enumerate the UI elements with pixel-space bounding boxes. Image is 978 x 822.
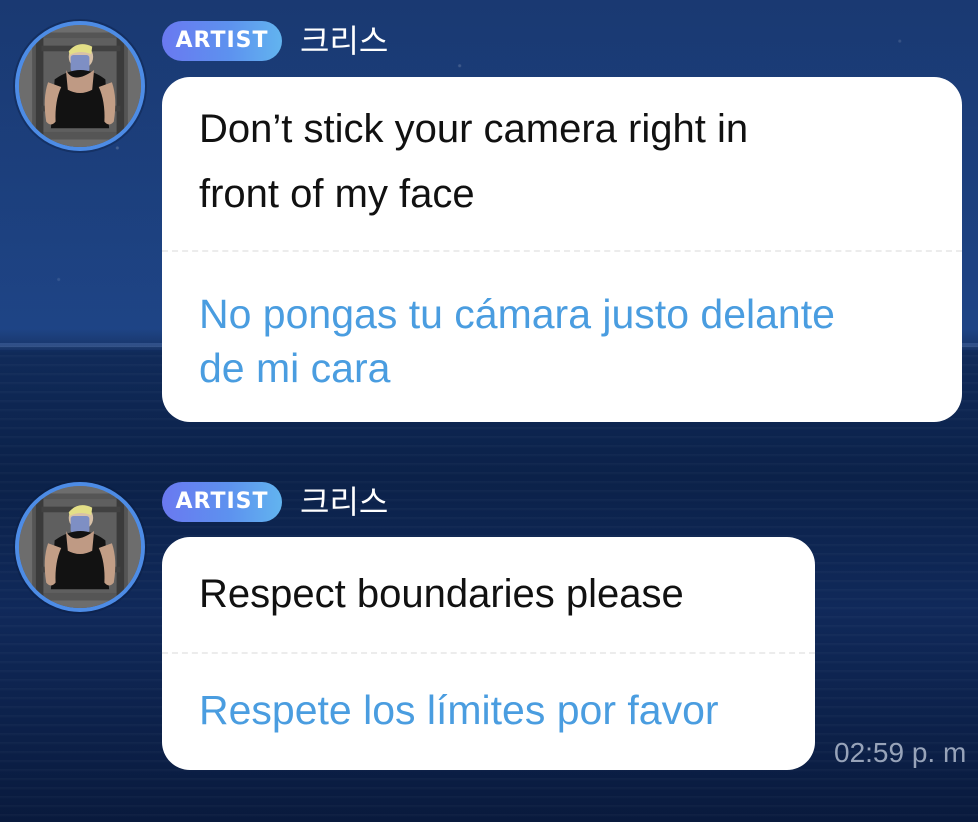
message-text: Respect boundaries please xyxy=(199,572,684,616)
message-bubble[interactable]: Respect boundaries please Respete los lí… xyxy=(162,537,815,770)
message-text: Don’t stick your camera right in front o… xyxy=(199,107,749,216)
translated-text: No pongas tu cámara justo delante de mi … xyxy=(199,291,835,391)
profile-photo-icon xyxy=(19,25,141,147)
profile-avatar[interactable] xyxy=(15,482,145,612)
profile-avatar[interactable] xyxy=(15,21,145,151)
sender-name[interactable]: 크리스 xyxy=(300,483,388,521)
translation-divider xyxy=(162,250,962,252)
profile-photo-icon xyxy=(19,486,141,608)
artist-badge: ARTIST xyxy=(162,21,282,61)
message-bubble[interactable]: Don’t stick your camera right in front o… xyxy=(162,77,962,422)
translation-divider xyxy=(162,652,815,654)
translated-text: Respete los límites por favor xyxy=(199,687,719,733)
artist-badge: ARTIST xyxy=(162,482,282,522)
sender-name[interactable]: 크리스 xyxy=(300,22,388,60)
message-timestamp: 02:59 p. m xyxy=(834,737,967,768)
